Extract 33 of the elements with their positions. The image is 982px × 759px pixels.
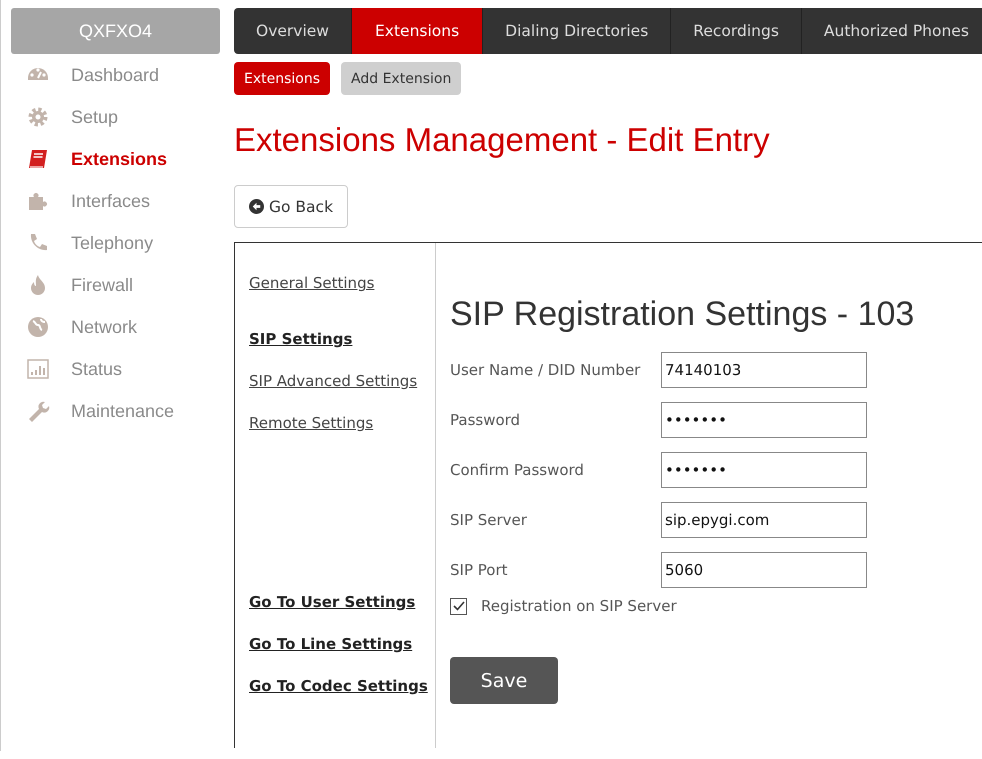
field-label: Confirm Password [450,461,585,479]
settings-link[interactable]: SIP Settings [249,330,352,348]
field-label: User Name / DID Number [450,361,642,379]
device-name: QXFXO4 [11,8,220,54]
sub-tab[interactable]: Extensions [234,62,330,95]
nav-tab[interactable]: Recordings [671,8,802,54]
input-field[interactable]: sip.epygi.com [661,502,867,538]
field-label: SIP Port [450,561,508,579]
nav-tab[interactable]: Authorized Phones [802,8,982,54]
shortcut-link[interactable]: Go To Codec Settings [249,677,428,695]
field-label: SIP Server [450,511,528,529]
input-field[interactable]: 5060 [661,552,867,588]
shortcut-link[interactable]: Go To User Settings [249,593,416,611]
page-title: Extensions Management - Edit Entry [234,121,771,159]
shortcut-link[interactable]: Go To Line Settings [249,635,412,653]
nav-tab[interactable]: Extensions [352,8,484,54]
input-field[interactable]: ••••••• [661,402,867,438]
input-field[interactable]: ••••••• [661,452,867,488]
settings-link[interactable]: General Settings [249,274,374,292]
field-label: Password [450,411,522,429]
globe-icon [25,315,51,339]
settings-link[interactable]: Remote Settings [249,414,374,432]
input-field[interactable]: 74140103 [661,352,867,388]
settings-link[interactable]: SIP Advanced Settings [249,372,418,390]
form-title: SIP Registration Settings - 103 [450,295,914,334]
go-back-button[interactable]: Go Back [234,185,348,228]
sub-tab[interactable]: Add Extension [341,62,462,95]
checkbox[interactable] [450,598,467,614]
save-button[interactable]: Save [450,657,558,704]
nav-tab[interactable]: Dialing Directories [483,8,672,54]
sidebar-item[interactable]: Extensions [11,138,220,180]
bar-chart-icon [25,357,51,381]
checkbox-label: Registration on SIP Server [481,597,677,615]
